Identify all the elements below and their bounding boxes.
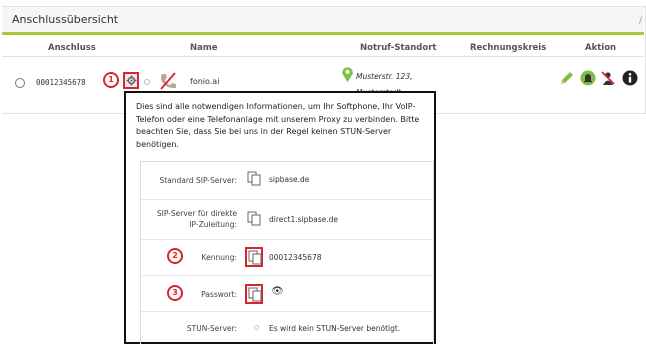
direct-sip-value: direct1.sipbase.de bbox=[269, 215, 338, 224]
header-divider bbox=[2, 56, 644, 57]
field-row-passwort: 3 Passwort: 👁 bbox=[141, 276, 433, 312]
header-aktion: Aktion bbox=[585, 43, 617, 53]
kennung-copy-highlight[interactable] bbox=[245, 247, 263, 267]
row-select-radio[interactable] bbox=[15, 78, 25, 88]
block-icon[interactable] bbox=[600, 70, 616, 86]
field-row-standard-sip: Standard SIP-Server: sipbase.de bbox=[141, 162, 433, 200]
header-name: Name bbox=[190, 43, 218, 53]
copy-icon bbox=[248, 250, 262, 265]
step-2-marker: 2 bbox=[167, 248, 183, 264]
info-icon[interactable] bbox=[622, 70, 638, 86]
pencil-icon[interactable] bbox=[558, 70, 575, 87]
kennung-value: 00012345678 bbox=[269, 253, 322, 262]
eye-icon[interactable]: 👁 bbox=[271, 286, 284, 297]
address-line-1: Musterstr. 123, bbox=[356, 72, 413, 81]
direct-sip-label-line2: IP-Zuleitung: bbox=[189, 220, 237, 229]
header-rechnungskreis: Rechnungskreis bbox=[470, 43, 547, 53]
edit-corner-icon[interactable]: / bbox=[639, 16, 642, 26]
step-1-marker: 1 bbox=[103, 72, 119, 88]
stun-indicator bbox=[254, 325, 259, 330]
sip-info-popup: Dies sind alle notwendigen Informationen… bbox=[124, 91, 436, 344]
stun-label: STUN-Server: bbox=[186, 324, 237, 333]
location-pin-icon bbox=[342, 67, 353, 82]
bell-icon[interactable] bbox=[580, 70, 596, 86]
field-row-kennung: 2 Kennung: 00012345678 bbox=[141, 240, 433, 276]
standard-sip-value: sipbase.de bbox=[269, 175, 310, 184]
standard-sip-label: Standard SIP-Server: bbox=[159, 176, 237, 185]
phone-crossed-icon bbox=[160, 72, 176, 90]
copy-icon[interactable] bbox=[247, 171, 261, 187]
field-row-stun: STUN-Server: Es wird kein STUN-Server be… bbox=[141, 312, 433, 344]
header-anschluss: Anschluss bbox=[48, 43, 96, 53]
passwort-label: Passwort: bbox=[201, 290, 237, 299]
gear-icon bbox=[126, 75, 137, 86]
panel-header: Anschlussübersicht / bbox=[2, 7, 644, 35]
copy-icon bbox=[248, 287, 262, 302]
step-3-marker: 3 bbox=[167, 285, 183, 301]
header-notruf: Notruf-Standort bbox=[360, 43, 437, 53]
kennung-label: Kennung: bbox=[201, 253, 237, 262]
panel-title: Anschlussübersicht bbox=[12, 13, 119, 26]
settings-button[interactable] bbox=[123, 72, 139, 89]
stun-value: Es wird kein STUN-Server benötigt. bbox=[269, 324, 401, 333]
popup-intro-text: Dies sind alle notwendigen Informationen… bbox=[136, 102, 420, 149]
small-radio[interactable] bbox=[144, 79, 150, 85]
copy-icon[interactable] bbox=[247, 211, 261, 227]
field-row-direct-sip: SIP-Server für direkte IP-Zuleitung: dir… bbox=[141, 200, 433, 240]
sip-fields-box: Standard SIP-Server: sipbase.de SIP-Serv… bbox=[140, 161, 434, 344]
connection-number: 00012345678 bbox=[36, 78, 86, 87]
direct-sip-label-line1: SIP-Server für direkte bbox=[156, 209, 237, 218]
passwort-copy-highlight[interactable] bbox=[245, 284, 263, 304]
connection-name: fonio.ai bbox=[190, 77, 220, 86]
